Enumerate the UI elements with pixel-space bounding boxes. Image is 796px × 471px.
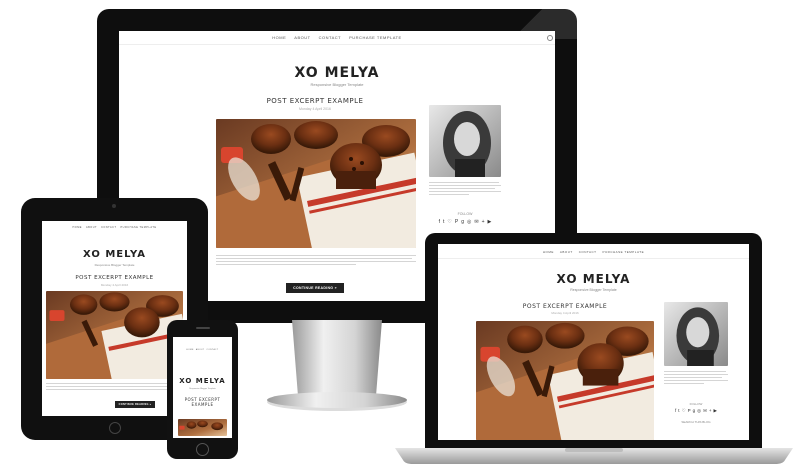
- laptop-about-text: [664, 371, 728, 386]
- post-date: Monday 4 April 2016: [299, 107, 331, 111]
- laptop-nav-contact[interactable]: CONTACT: [579, 250, 597, 254]
- phone-site-title[interactable]: XO MELYA: [173, 377, 232, 385]
- laptop-nav-purchase[interactable]: PURCHASE TEMPLATE: [603, 250, 645, 254]
- plus-icon[interactable]: +: [482, 219, 485, 225]
- nav-contact[interactable]: CONTACT: [319, 35, 342, 40]
- phone-post-image[interactable]: [178, 419, 227, 436]
- laptop-base: [395, 448, 793, 464]
- tablet-nav-home[interactable]: HOME: [72, 226, 82, 229]
- laptop-site-title[interactable]: XO MELYA: [438, 272, 749, 286]
- laptop-nav-about[interactable]: ABOUT: [560, 250, 573, 254]
- phone-speaker: [196, 327, 210, 329]
- laptop-search-heading: SEARCH THIS BLOG: [681, 420, 711, 424]
- tablet-post-image[interactable]: [46, 291, 183, 379]
- laptop-post-date: Monday 4 April 2016: [551, 311, 579, 315]
- youtube-icon[interactable]: ▶: [488, 219, 492, 225]
- laptop-site-tagline: Responsive Blogger Template: [570, 288, 617, 292]
- laptop-nav-divider: [438, 258, 749, 259]
- phone-nav: HOME ABOUT CONTACT: [173, 349, 232, 351]
- laptop-lid: HOME ABOUT CONTACT PURCHASE TEMPLATE XO …: [425, 233, 762, 451]
- laptop-google-icon[interactable]: g: [693, 408, 696, 414]
- social-icons: f t ♡ P g ◎ ✉ + ▶: [429, 219, 501, 225]
- tablet-screen: HOME ABOUT CONTACT PURCHASE TEMPLATE XO …: [42, 221, 187, 416]
- laptop-screen: HOME ABOUT CONTACT PURCHASE TEMPLATE XO …: [438, 244, 749, 440]
- laptop-instagram-icon[interactable]: ◎: [697, 408, 701, 414]
- laptop-nav-home[interactable]: HOME: [543, 250, 554, 254]
- phone-nav-about[interactable]: ABOUT: [196, 349, 205, 351]
- email-icon[interactable]: ✉: [474, 219, 478, 225]
- laptop-post-image[interactable]: [476, 321, 654, 440]
- phone-screen: HOME ABOUT CONTACT XO MELYA Responsive B…: [173, 337, 232, 438]
- facebook-icon[interactable]: f: [439, 219, 440, 225]
- laptop-twitter-icon[interactable]: t: [678, 408, 679, 414]
- laptop-bloglovin-icon[interactable]: ♡: [682, 408, 686, 414]
- laptop-author-photo: [664, 302, 728, 366]
- tablet-home-button[interactable]: [109, 422, 121, 434]
- laptop-facebook-icon[interactable]: f: [675, 408, 676, 414]
- google-icon[interactable]: g: [461, 219, 464, 225]
- post-excerpt: [216, 255, 416, 267]
- nav-divider: [119, 44, 555, 45]
- tablet-site-title[interactable]: XO MELYA: [42, 249, 187, 260]
- phone-home-button[interactable]: [196, 443, 209, 456]
- search-icon[interactable]: [547, 35, 553, 41]
- tablet-nav-purchase[interactable]: PURCHASE TEMPLATE: [120, 226, 156, 229]
- instagram-icon[interactable]: ◎: [467, 219, 471, 225]
- twitter-icon[interactable]: t: [443, 219, 444, 225]
- phone-nav-contact[interactable]: CONTACT: [207, 349, 219, 351]
- tablet-nav-about[interactable]: ABOUT: [86, 226, 97, 229]
- phone-nav-home[interactable]: HOME: [186, 349, 193, 351]
- laptop-follow-heading: FOLLOW: [689, 402, 703, 406]
- monitor-stand: [267, 320, 407, 411]
- tablet-post-date: Monday 4 April 2016: [100, 283, 129, 287]
- tablet-site-tagline: Responsive Blogger Template: [94, 263, 135, 267]
- site-tagline: Responsive Blogger Template: [310, 82, 364, 87]
- tablet-post-excerpt: [46, 383, 183, 392]
- laptop-nav: HOME ABOUT CONTACT PURCHASE TEMPLATE: [438, 250, 749, 254]
- author-photo: [429, 105, 501, 177]
- laptop-email-icon[interactable]: ✉: [703, 408, 707, 414]
- post-image[interactable]: [216, 119, 416, 248]
- phone-post-title[interactable]: POST EXCERPT EXAMPLE: [179, 397, 226, 407]
- pinterest-icon[interactable]: P: [455, 219, 458, 225]
- follow-heading: FOLLOW: [457, 212, 473, 216]
- tablet-continue-button[interactable]: CONTINUE READING »: [115, 401, 155, 408]
- phone-site-tagline: Responsive Blogger Template: [189, 388, 216, 390]
- continue-reading-button[interactable]: CONTINUE READING »: [286, 283, 344, 293]
- laptop-youtube-icon[interactable]: ▶: [714, 408, 717, 414]
- post-title[interactable]: POST EXCERPT EXAMPLE: [215, 97, 415, 105]
- laptop-social-icons: f t ♡ P g ◎ ✉ + ▶: [664, 408, 728, 414]
- tablet-nav-contact[interactable]: CONTACT: [101, 226, 116, 229]
- laptop-pinterest-icon[interactable]: P: [688, 408, 691, 414]
- tablet-camera: [112, 204, 116, 208]
- nav-purchase[interactable]: PURCHASE TEMPLATE: [349, 35, 402, 40]
- nav-about[interactable]: ABOUT: [294, 35, 310, 40]
- bloglovin-icon[interactable]: ♡: [447, 219, 451, 225]
- phone-device: HOME ABOUT CONTACT XO MELYA Responsive B…: [167, 320, 238, 459]
- site-title[interactable]: XO MELYA: [119, 65, 555, 81]
- about-text: [429, 182, 501, 197]
- nav-home[interactable]: HOME: [272, 35, 286, 40]
- laptop-plus-icon[interactable]: +: [709, 408, 712, 414]
- desktop-nav: HOME ABOUT CONTACT PURCHASE TEMPLATE: [119, 35, 555, 40]
- laptop-post-title[interactable]: POST EXCERPT EXAMPLE: [475, 303, 655, 310]
- tablet-post-title[interactable]: POST EXCERPT EXAMPLE: [42, 275, 187, 281]
- tablet-nav: HOME ABOUT CONTACT PURCHASE TEMPLATE: [42, 226, 187, 229]
